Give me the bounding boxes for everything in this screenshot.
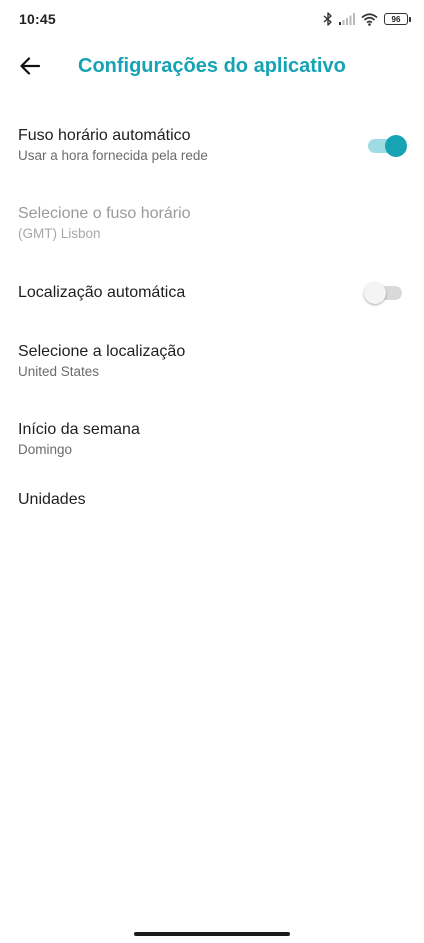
page-title: Configurações do aplicativo — [78, 55, 346, 77]
auto-location-item[interactable]: Localização automática — [0, 283, 424, 307]
select-location-item[interactable]: Selecione a localização United States — [0, 342, 424, 390]
auto-timezone-toggle[interactable] — [368, 135, 407, 157]
toggle-knob — [385, 135, 407, 157]
status-time: 10:45 — [19, 11, 56, 27]
signal-icon — [339, 13, 355, 25]
auto-timezone-title: Fuso horário automático — [18, 127, 191, 144]
units-item[interactable]: Unidades — [0, 490, 424, 514]
select-location-title: Selecione a localização — [18, 343, 186, 360]
arrow-left-icon — [20, 56, 41, 80]
back-button[interactable] — [14, 52, 46, 84]
auto-location-toggle[interactable] — [364, 282, 402, 304]
week-start-title: Início da semana — [18, 421, 140, 438]
toggle-knob — [364, 282, 386, 304]
wifi-icon — [361, 12, 378, 26]
select-timezone-item[interactable]: Selecione o fuso horário (GMT) Lisbon — [0, 204, 424, 252]
week-start-item[interactable]: Início da semana Domingo — [0, 420, 424, 468]
battery-icon: 96 — [384, 13, 411, 25]
app-bar: Configurações do aplicativo — [0, 46, 424, 90]
select-location-subtitle: United States — [18, 364, 100, 379]
units-title: Unidades — [18, 491, 86, 508]
select-timezone-title: Selecione o fuso horário — [18, 205, 191, 222]
bluetooth-icon — [323, 12, 333, 26]
auto-location-title: Localização automática — [18, 284, 186, 301]
select-timezone-subtitle: (GMT) Lisbon — [18, 226, 101, 241]
home-gesture-bar[interactable] — [134, 932, 290, 936]
week-start-subtitle: Domingo — [18, 442, 73, 457]
status-icons: 96 — [323, 10, 411, 28]
auto-timezone-subtitle: Usar a hora fornecida pela rede — [18, 148, 208, 163]
status-bar: 10:45 96 — [0, 0, 424, 38]
auto-timezone-item[interactable]: Fuso horário automático Usar a hora forn… — [0, 126, 424, 174]
